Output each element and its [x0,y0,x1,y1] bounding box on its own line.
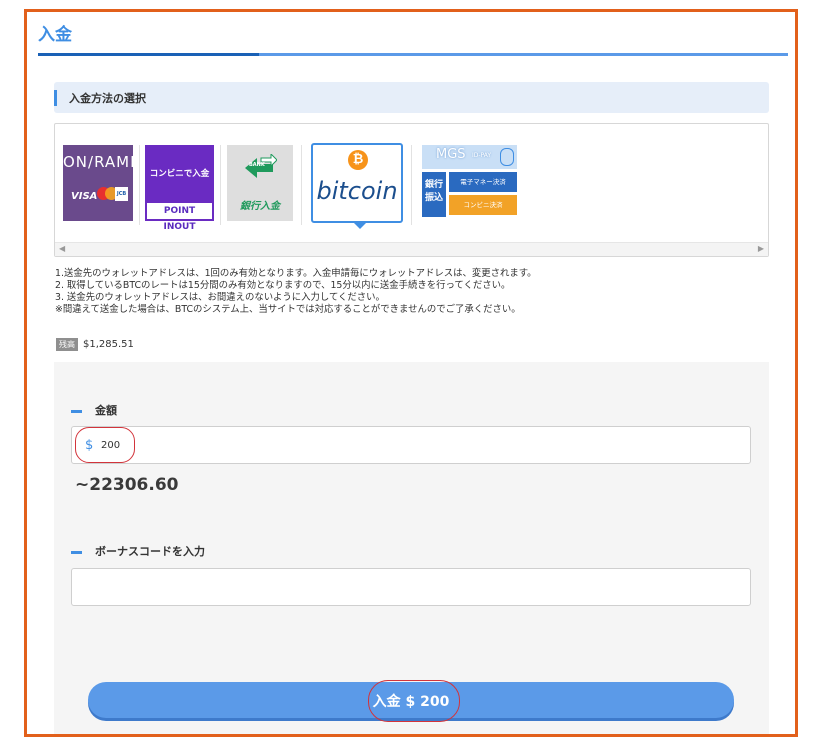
note-line: 1.送金先のウォレットアドレスは、1回のみ有効となります。入金申請毎にウォレット… [55,268,537,279]
bonus-label: ボーナスコードを入力 [71,543,205,559]
jcb-icon: JCB [115,187,128,201]
btc-estimate: ~22306.60 [75,475,179,495]
note-line: ※間違えて送金した場合は、BTCのシステム上、当サイトでは対応することができませ… [55,304,521,315]
balance-value: $1,285.51 [83,339,134,350]
deposit-submit-button[interactable]: 入金 $ 200 [88,680,734,722]
annotation-circle [75,427,135,463]
scroll-right-icon[interactable]: ▶ [758,244,764,253]
annotation-circle [368,680,460,722]
bonus-code-input[interactable] [71,568,751,606]
method-mgs[interactable]: MGS ID-PAY 銀行振込 電子マネー決済 コンビニ決済 [422,145,517,219]
method-onramp[interactable]: ON/RAMP VISA JCB [63,145,139,221]
title-underline [38,53,788,56]
note-line: 3. 送金先のウォレットアドレスは、お間違えのないように入力してください。 [55,292,385,303]
scroll-left-icon[interactable]: ◀ [59,244,65,253]
coin-stack-icon [500,148,514,166]
selected-pointer-icon [353,222,367,229]
balance-badge: 残高 [56,338,78,351]
method-section-title: 入金方法の選択 [69,92,146,105]
method-section-header: 入金方法の選択 [54,82,769,113]
carousel-scrollbar[interactable]: ◀ ▶ [55,242,768,256]
method-bitcoin[interactable]: ₿ bitcoin [311,143,403,229]
payment-method-carousel: ON/RAMP VISA JCB コンビニで入金 POINT INOUT BAN… [54,123,769,257]
deposit-notes: 1.送金先のウォレットアドレスは、1回のみ有効となります。入金申請毎にウォレット… [55,268,537,316]
bitcoin-icon: ₿ [348,150,368,170]
amount-label: 金額 [71,402,117,418]
method-bank[interactable]: BANK 銀行入金 [227,145,293,221]
main-frame: 入金 入金方法の選択 ON/RAMP VISA JCB コンビニで入金 POIN… [24,9,798,737]
balance: 残高 $1,285.51 [56,338,134,351]
page-title: 入金 [38,25,72,45]
bank-arrow-icon [241,152,278,182]
note-line: 2. 取得しているBTCのレートは15分間のみ有効となりますので、15分以内に送… [55,280,511,291]
method-conveni[interactable]: コンビニで入金 POINT INOUT [145,145,214,232]
deposit-form-panel: 金額 $ 200 ~22306.60 ボーナスコードを入力 入金 $ 200 [54,362,769,734]
amount-input[interactable]: $ 200 [71,426,751,464]
